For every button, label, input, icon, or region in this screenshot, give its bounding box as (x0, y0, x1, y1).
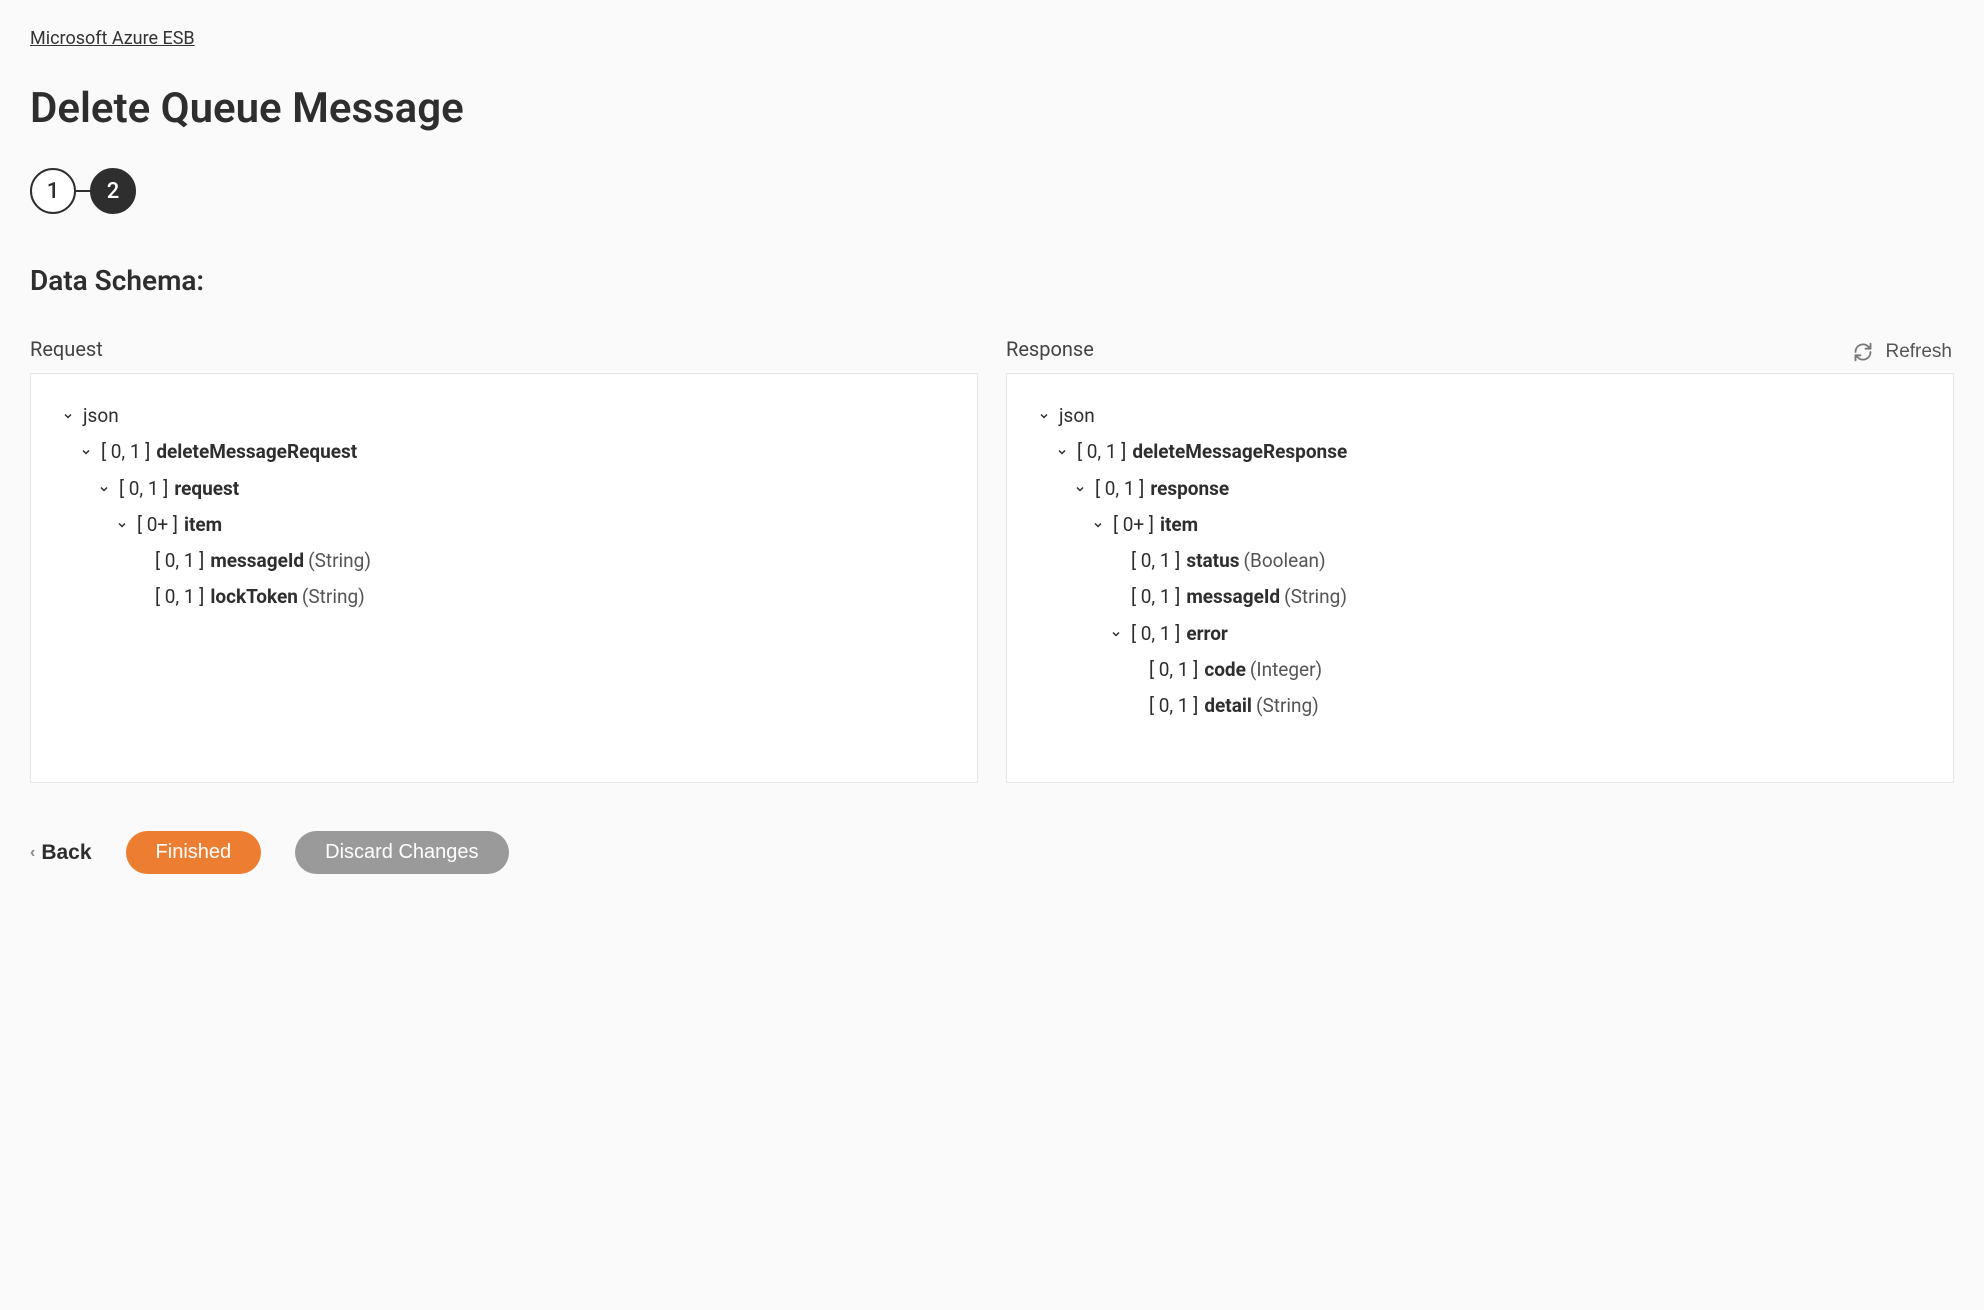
cardinality: [ 0, 1 ] (119, 473, 168, 505)
discard-changes-button[interactable]: Discard Changes (295, 831, 508, 874)
tree-leaf[interactable]: [ 0, 1 ] messageId (String) (1037, 579, 1923, 615)
tree-node-name: detail (1204, 690, 1252, 722)
tree-leaf[interactable]: [ 0, 1 ] lockToken (String) (61, 579, 947, 615)
stepper: 1 2 (30, 168, 1954, 214)
tree-node-type: (String) (1284, 581, 1347, 613)
chevron-down-icon[interactable] (61, 409, 75, 423)
tree-node-name: status (1186, 545, 1239, 577)
request-panel: Request json [ 0, 1 ] deleteMessageReque… (30, 375, 978, 783)
cardinality: [ 0, 1 ] (101, 436, 150, 468)
tree-leaf[interactable]: [ 0, 1 ] status (Boolean) (1037, 543, 1923, 579)
tree-node-name: messageId (1186, 581, 1280, 613)
chevron-down-icon[interactable] (115, 518, 129, 532)
cardinality: [ 0, 1 ] (155, 545, 204, 577)
chevron-down-icon[interactable] (1073, 482, 1087, 496)
tree-node-name: item (1160, 509, 1198, 541)
cardinality: [ 0, 1 ] (1095, 473, 1144, 505)
cardinality: [ 0, 1 ] (1131, 581, 1180, 613)
tree-node-type: (Integer) (1250, 654, 1322, 686)
breadcrumb-link[interactable]: Microsoft Azure ESB (30, 28, 195, 49)
footer: ‹ Back Finished Discard Changes (30, 831, 1954, 874)
tree-node-name: error (1186, 618, 1228, 650)
cardinality: [ 0, 1 ] (1131, 545, 1180, 577)
finished-button[interactable]: Finished (126, 831, 262, 874)
request-panel-label: Request (30, 337, 978, 361)
cardinality: [ 0+ ] (1113, 509, 1154, 541)
tree-node-root[interactable]: json (1037, 398, 1923, 434)
step-1[interactable]: 1 (30, 168, 76, 214)
step-connector (76, 190, 90, 192)
back-button[interactable]: ‹ Back (30, 841, 92, 865)
step-2[interactable]: 2 (90, 168, 136, 214)
chevron-down-icon[interactable] (1091, 518, 1105, 532)
response-panel-box: json [ 0, 1 ] deleteMessageResponse [ 0,… (1006, 373, 1954, 783)
cardinality: [ 0, 1 ] (1149, 690, 1198, 722)
chevron-down-icon[interactable] (97, 482, 111, 496)
section-heading: Data Schema: (30, 264, 1954, 297)
tree-node-name: response (1150, 473, 1229, 505)
tree-leaf[interactable]: [ 0, 1 ] detail (String) (1037, 688, 1923, 724)
cardinality: [ 0, 1 ] (155, 581, 204, 613)
tree-node-name: messageId (210, 545, 304, 577)
tree-node[interactable]: [ 0+ ] item (1037, 507, 1923, 543)
tree-node[interactable]: [ 0+ ] item (61, 507, 947, 543)
tree-node-name: deleteMessageRequest (156, 436, 357, 468)
tree-node[interactable]: [ 0, 1 ] error (1037, 616, 1923, 652)
chevron-down-icon[interactable] (1055, 445, 1069, 459)
tree-node-type: (Boolean) (1244, 545, 1326, 577)
request-panel-box: json [ 0, 1 ] deleteMessageRequest [ 0, … (30, 373, 978, 783)
tree-leaf[interactable]: [ 0, 1 ] messageId (String) (61, 543, 947, 579)
page-title: Delete Queue Message (30, 84, 1954, 133)
back-label: Back (41, 841, 91, 865)
tree-node[interactable]: [ 0, 1 ] response (1037, 471, 1923, 507)
tree-node-type: (String) (1256, 690, 1319, 722)
tree-leaf[interactable]: [ 0, 1 ] code (Integer) (1037, 652, 1923, 688)
cardinality: [ 0, 1 ] (1077, 436, 1126, 468)
tree-node-type: (String) (302, 581, 365, 613)
tree-node[interactable]: [ 0, 1 ] deleteMessageRequest (61, 434, 947, 470)
tree-node[interactable]: [ 0, 1 ] deleteMessageResponse (1037, 434, 1923, 470)
tree-node-name: request (174, 473, 239, 505)
cardinality: [ 0, 1 ] (1131, 618, 1180, 650)
response-panel-label: Response (1006, 337, 1954, 361)
tree-node-label: json (83, 400, 119, 432)
chevron-down-icon[interactable] (79, 445, 93, 459)
cardinality: [ 0, 1 ] (1149, 654, 1198, 686)
tree-node[interactable]: [ 0, 1 ] request (61, 471, 947, 507)
tree-node-label: json (1059, 400, 1095, 432)
response-panel: Response json [ 0, 1 ] deleteMessageResp… (1006, 375, 1954, 783)
tree-node-name: deleteMessageResponse (1132, 436, 1347, 468)
tree-node-name: lockToken (210, 581, 298, 613)
chevron-down-icon[interactable] (1109, 627, 1123, 641)
chevron-left-icon: ‹ (30, 844, 35, 862)
chevron-down-icon[interactable] (1037, 409, 1051, 423)
tree-node-root[interactable]: json (61, 398, 947, 434)
cardinality: [ 0+ ] (137, 509, 178, 541)
tree-node-type: (String) (308, 545, 371, 577)
tree-node-name: item (184, 509, 222, 541)
tree-node-name: code (1204, 654, 1246, 686)
